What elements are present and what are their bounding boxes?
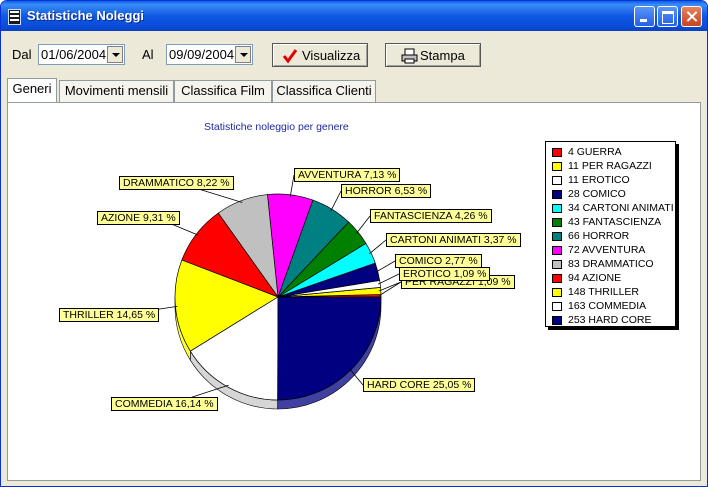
statistics-window: Statistiche Noleggi Dal 01/06/2004 Al 09… <box>0 0 708 487</box>
callout-comico: COMICO 2,77 % <box>395 254 482 268</box>
callout-horror: HORROR 6,53 % <box>341 184 432 198</box>
legend-swatch <box>552 190 562 199</box>
chart-legend: 4 GUERRA 11 PER RAGAZZI 11 EROTICO 28 COMIC… <box>545 141 676 327</box>
callout-fantascienza: FANTASCIENZA 4,26 % <box>370 209 492 223</box>
legend-label: 163 COMMEDIA <box>568 300 647 312</box>
legend-label: 11 PER RAGAZZI <box>568 160 652 172</box>
legend-label: 11 EROTICO <box>568 174 630 186</box>
legend-swatch <box>552 162 562 171</box>
callout-leader-line <box>378 281 402 292</box>
legend-label: 43 FANTASCIENZA <box>568 216 662 228</box>
callout-leader-line <box>369 239 387 255</box>
legend-label: 94 AZIONE <box>568 272 622 284</box>
legend-label: 28 COMICO <box>568 188 626 200</box>
legend-swatch <box>552 246 562 255</box>
callout-drammatico: DRAMMATICO 8,22 % <box>119 176 234 190</box>
callout-leader-line <box>375 260 396 273</box>
legend-swatch <box>552 316 562 325</box>
legend-swatch <box>552 218 562 227</box>
legend-label: 4 GUERRA <box>568 146 622 158</box>
legend-label: 148 THRILLER <box>568 286 640 298</box>
legend-swatch <box>552 260 562 269</box>
legend-swatch <box>552 204 562 213</box>
legend-label: 253 HARD CORE <box>568 314 652 326</box>
callout-leader-line <box>330 190 342 212</box>
callout-erotico: EROTICO 1,09 % <box>399 267 491 281</box>
legend-swatch <box>552 232 562 241</box>
legend-swatch <box>552 302 562 311</box>
callout-thriller: THRILLER 14,65 % <box>59 308 160 322</box>
callout-leader-line <box>356 215 371 234</box>
legend-label: 72 AVVENTURA <box>568 244 646 256</box>
callout-hard-core: HARD CORE 25,05 % <box>363 378 476 392</box>
callout-commedia: COMMEDIA 16,14 % <box>111 397 218 411</box>
legend-label: 83 DRAMMATICO <box>568 258 654 270</box>
legend-swatch <box>552 274 562 283</box>
legend-label: 66 HORROR <box>568 230 630 242</box>
legend-swatch <box>552 148 562 157</box>
callout-avventura: AVVENTURA 7,13 % <box>294 168 401 182</box>
callout-leader-line <box>378 273 400 285</box>
legend-swatch <box>552 176 562 185</box>
legend-label: 34 CARTONI ANIMATI <box>568 202 674 214</box>
legend-swatch <box>552 288 562 297</box>
callout-azione: AZIONE 9,31 % <box>97 211 180 225</box>
callout-leader-line <box>378 281 402 297</box>
callout-cartoni-animati: CARTONI ANIMATI 3,37 % <box>386 233 521 247</box>
